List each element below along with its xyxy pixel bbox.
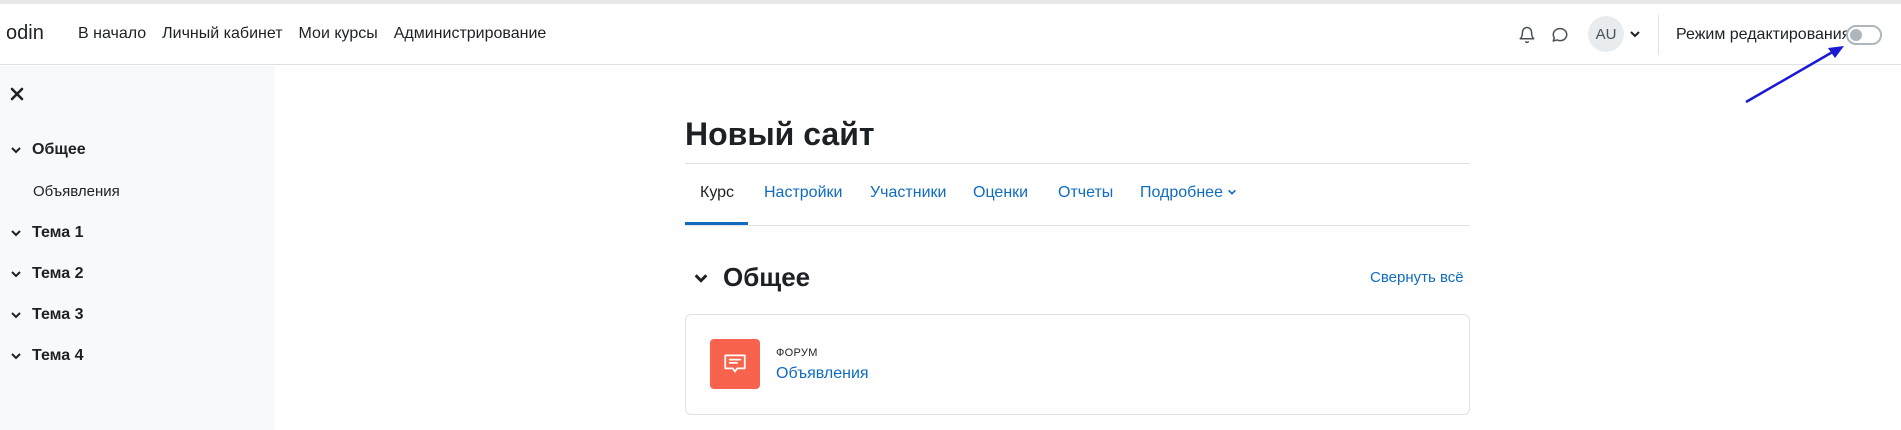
sidebar-section-label: Тема 4 xyxy=(32,347,84,364)
sidebar-section-label: Тема 3 xyxy=(32,306,84,323)
sidebar-section-topic-1[interactable]: Тема 1 xyxy=(10,224,84,242)
bell-icon[interactable] xyxy=(1516,24,1538,46)
chevron-down-icon xyxy=(11,312,21,319)
sidebar-section-label: Общее xyxy=(32,141,86,158)
tab-course[interactable]: Курс xyxy=(700,184,734,202)
chevron-down-icon xyxy=(11,147,21,154)
tab-reports[interactable]: Отчеты xyxy=(1058,184,1113,202)
edit-mode-toggle[interactable] xyxy=(1846,25,1882,45)
chevron-down-icon xyxy=(11,353,21,360)
sidebar-section-topic-4[interactable]: Тема 4 xyxy=(10,347,84,365)
sidebar-section-general[interactable]: Общее xyxy=(10,141,86,159)
nav-dashboard[interactable]: Личный кабинет xyxy=(162,25,282,43)
forum-icon xyxy=(710,339,760,389)
nav-home[interactable]: В начало xyxy=(78,25,146,43)
collapse-all-link[interactable]: Свернуть всё xyxy=(1370,269,1464,286)
sidebar-section-label: Тема 1 xyxy=(32,224,84,241)
toggle-knob xyxy=(1850,29,1862,41)
activity-link[interactable]: Объявления xyxy=(776,365,869,383)
active-tab-indicator xyxy=(685,222,748,225)
nav-my-courses[interactable]: Мои курсы xyxy=(299,25,378,43)
section-header: Общее xyxy=(693,262,810,293)
tab-participants[interactable]: Участники xyxy=(870,184,946,202)
sidebar-section-topic-3[interactable]: Тема 3 xyxy=(10,306,84,324)
nav-administration[interactable]: Администрирование xyxy=(394,25,547,43)
sidebar-item-announcements[interactable]: Объявления xyxy=(33,183,120,200)
tab-grades[interactable]: Оценки xyxy=(973,184,1028,202)
sidebar-section-topic-2[interactable]: Тема 2 xyxy=(10,265,84,283)
page-title: Новый сайт xyxy=(685,116,875,152)
chevron-down-icon[interactable] xyxy=(693,270,709,286)
chevron-down-icon xyxy=(11,271,21,278)
chevron-down-icon xyxy=(11,230,21,237)
activity-type: ФОРУМ xyxy=(776,347,818,359)
tab-more[interactable]: Подробнее xyxy=(1140,184,1237,202)
user-avatar[interactable]: AU xyxy=(1588,16,1624,52)
top-navbar: odin В начало Личный кабинет Мои курсы А… xyxy=(0,4,1901,65)
primary-navigation: В начало Личный кабинет Мои курсы Админи… xyxy=(78,25,546,43)
sidebar-section-label: Тема 2 xyxy=(32,265,84,282)
chevron-down-icon xyxy=(1228,189,1237,195)
course-index-drawer: Общее Объявления Тема 1 Тема 2 Тема 3 Те… xyxy=(0,66,275,430)
annotation-arrow xyxy=(1745,46,1844,104)
chat-icon[interactable] xyxy=(1549,24,1571,46)
course-tabs: Курс Настройки Участники Оценки Отчеты П… xyxy=(685,164,1470,226)
chevron-down-icon[interactable] xyxy=(1629,28,1641,40)
site-brand[interactable]: odin xyxy=(6,22,44,45)
tab-settings[interactable]: Настройки xyxy=(764,184,842,202)
activity-card: ФОРУМ Объявления xyxy=(685,314,1470,415)
close-icon[interactable] xyxy=(10,87,24,101)
navbar-divider xyxy=(1658,15,1659,55)
section-title: Общее xyxy=(723,262,811,292)
tab-more-label: Подробнее xyxy=(1140,184,1223,201)
